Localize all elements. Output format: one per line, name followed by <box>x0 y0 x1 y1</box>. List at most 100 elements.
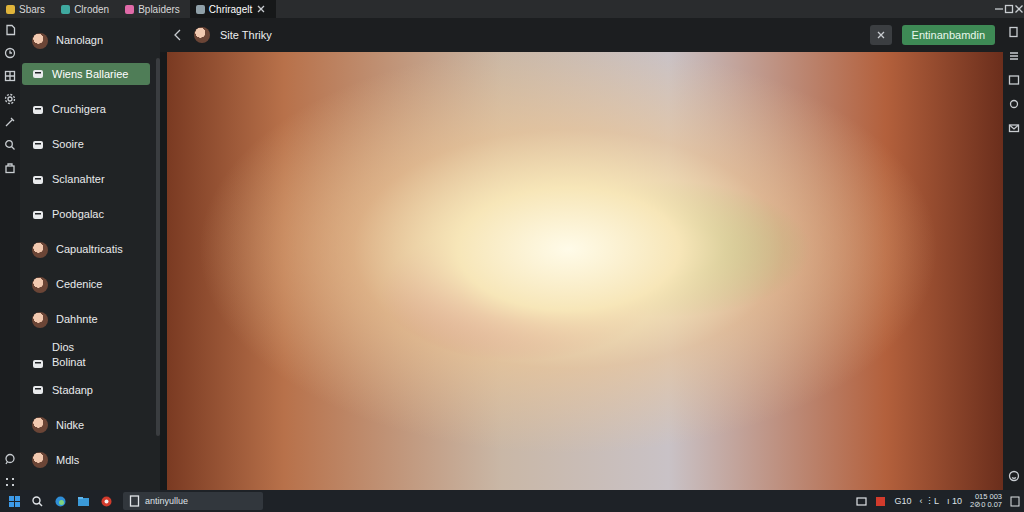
app-tray-icon[interactable] <box>875 496 886 507</box>
search-icon[interactable] <box>4 139 16 151</box>
sidebar-label: Poobgalac <box>52 207 104 222</box>
sidebar-label: Cedenice <box>56 277 102 292</box>
window-controls <box>994 0 1024 18</box>
header: Site Thriky Entinanbamdin <box>160 18 1003 52</box>
sidebar: Nanolagn Wiens Ballariee Cruchigera Sooire S… <box>20 18 160 490</box>
sidebar-label: Dios Bolinat <box>52 340 86 370</box>
settings-icon[interactable] <box>1008 98 1020 110</box>
maximize-icon[interactable] <box>1004 4 1014 14</box>
item-icon <box>32 384 44 396</box>
sidebar-item[interactable]: Nanolagn <box>22 24 150 57</box>
system-tray: G10 ‹ ⋮L ı 10 015 0032⊘0 0.07 <box>856 493 1020 509</box>
sidebar-item[interactable]: Dahhnte <box>22 303 150 336</box>
avatar-icon <box>32 417 48 433</box>
item-icon <box>32 139 44 151</box>
close-button[interactable] <box>870 25 892 45</box>
item-icon <box>32 209 44 221</box>
apps-icon[interactable] <box>4 476 16 490</box>
notification-icon[interactable] <box>1010 496 1020 507</box>
sidebar-item[interactable]: Poobgalac <box>22 198 150 231</box>
taskbar-field[interactable]: antinyullue <box>123 492 263 510</box>
tab-bar: Sbars Clroden Bplaiders Chriragelt <box>0 0 1024 18</box>
grid-icon[interactable] <box>4 70 16 82</box>
favicon-icon <box>61 5 70 14</box>
sidebar-item[interactable]: Sclanahter <box>22 163 150 196</box>
sidebar-label: Mdls <box>56 453 79 468</box>
sidebar-item[interactable]: Stadanp <box>22 374 150 407</box>
sidebar-label: Wiens Ballariee <box>52 67 128 82</box>
sidebar-label: Dahhnte <box>56 312 98 327</box>
right-rail <box>1003 18 1024 490</box>
start-icon[interactable] <box>8 495 21 508</box>
document-icon <box>129 495 140 507</box>
sidebar-item[interactable]: Sooire <box>22 128 150 161</box>
browser-tab[interactable]: Bplaiders <box>119 0 190 18</box>
sidebar-item[interactable]: Wiens Ballariee <box>22 63 150 85</box>
tab-label: Chriragelt <box>209 4 252 15</box>
window-icon[interactable] <box>1008 74 1020 86</box>
item-icon <box>32 68 44 80</box>
clock-line: 015 003 <box>970 493 1002 501</box>
browser-tab[interactable]: Chriragelt <box>190 0 276 18</box>
sidebar-item[interactable]: Cedenice <box>22 268 150 301</box>
avatar-icon <box>32 33 48 49</box>
back-icon[interactable] <box>172 28 184 42</box>
clock[interactable]: 015 0032⊘0 0.07 <box>970 493 1002 509</box>
taskbar-field-text: antinyullue <box>145 496 188 506</box>
taskbar: antinyullue G10 ‹ ⋮L ı 10 015 0032⊘0 0.07 <box>0 490 1024 512</box>
item-icon <box>32 358 44 370</box>
main-panel: Site Thriky Entinanbamdin <box>160 18 1003 490</box>
chat-icon[interactable] <box>4 453 16 465</box>
sidebar-label: Cruchigera <box>52 102 106 117</box>
close-window-icon[interactable] <box>1014 4 1024 14</box>
browser-icon[interactable] <box>100 495 113 508</box>
item-icon <box>32 174 44 186</box>
sidebar-label: Nanolagn <box>56 33 103 48</box>
clock-icon[interactable] <box>4 47 16 59</box>
minimize-icon[interactable] <box>994 4 1004 14</box>
icon-rail <box>0 18 20 490</box>
sidebar-label: Nidke <box>56 418 84 433</box>
close-icon <box>876 30 886 40</box>
box-icon[interactable] <box>4 162 16 174</box>
sidebar-item[interactable]: Nidke <box>22 409 150 442</box>
search-icon[interactable] <box>31 495 44 508</box>
action-button[interactable]: Entinanbamdin <box>902 25 995 45</box>
avatar-icon <box>194 27 210 43</box>
tools-icon[interactable] <box>4 116 16 128</box>
browser-tab[interactable]: Sbars <box>0 0 55 18</box>
tray-item[interactable]: G10 <box>894 496 911 506</box>
explorer-icon[interactable] <box>77 495 90 508</box>
illustration <box>167 52 1003 490</box>
sidebar-label: Sclanahter <box>52 172 105 187</box>
list-icon[interactable] <box>1008 50 1020 62</box>
tab-label: Clroden <box>74 4 109 15</box>
gear-icon[interactable] <box>4 93 16 105</box>
close-tab-icon[interactable] <box>256 4 266 14</box>
clock-line: 2⊘0 0.07 <box>970 501 1002 509</box>
tab-label: Sbars <box>19 4 45 15</box>
tab-spacer <box>276 0 994 18</box>
page-icon[interactable] <box>1008 26 1020 38</box>
favicon-icon <box>125 5 134 14</box>
sidebar-item[interactable]: Capualtricatis <box>22 233 150 266</box>
browser-tab[interactable]: Clroden <box>55 0 119 18</box>
sidebar-label: Stadanp <box>52 383 93 398</box>
mail-icon[interactable] <box>1008 122 1020 134</box>
avatar-icon <box>32 312 48 328</box>
tray-item[interactable]: ı 10 <box>947 496 962 506</box>
page-title: Site Thriky <box>220 29 272 41</box>
item-icon <box>32 104 44 116</box>
tray-item[interactable]: ‹ ⋮L <box>919 496 939 506</box>
favicon-icon <box>6 5 15 14</box>
avatar-icon <box>32 277 48 293</box>
sidebar-item[interactable]: Dios Bolinat <box>22 338 150 372</box>
sidebar-item[interactable]: Cruchigera <box>22 93 150 126</box>
network-icon[interactable] <box>856 496 867 507</box>
edge-icon[interactable] <box>54 495 67 508</box>
emoji-icon[interactable] <box>1008 470 1020 482</box>
file-icon[interactable] <box>4 24 16 36</box>
sidebar-item[interactable]: Mdls <box>22 444 150 477</box>
sidebar-scrollbar[interactable] <box>156 58 160 436</box>
sidebar-label: Capualtricatis <box>56 242 123 257</box>
